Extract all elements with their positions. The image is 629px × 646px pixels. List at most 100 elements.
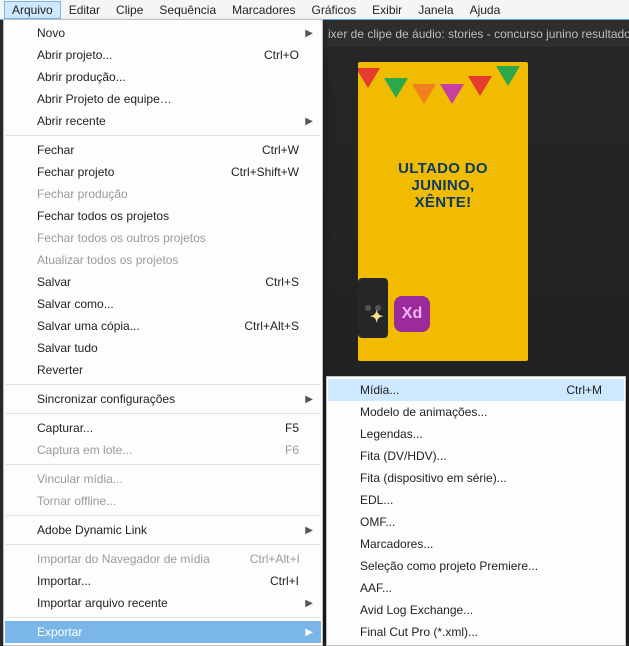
menu-item-label: AAF... — [360, 581, 392, 595]
fileMenu-item[interactable]: Fechar projetoCtrl+Shift+W — [5, 161, 321, 183]
menu-janela[interactable]: Janela — [410, 1, 461, 19]
menu-item-shortcut: Ctrl+Alt+S — [204, 319, 299, 333]
menu-item-label: Vincular mídia... — [37, 472, 123, 486]
preview-frame: ULTADO DO JUNINO, XÊNTE! ✦ Xd — [358, 62, 528, 361]
plus-icon: ✦ — [370, 307, 383, 327]
menu-item-label: Marcadores... — [360, 537, 433, 551]
menu-item-label: Fechar todos os projetos — [37, 209, 169, 223]
menu-item-label: Importar arquivo recente — [37, 596, 168, 610]
exportMenu-item[interactable]: Modelo de animações... — [328, 401, 624, 423]
fileMenu-item[interactable]: Reverter — [5, 359, 321, 381]
menu-editar[interactable]: Editar — [61, 1, 108, 19]
menu-item-shortcut: F5 — [245, 421, 299, 435]
fileMenu-item: Captura em lote...F6 — [5, 439, 321, 461]
menu-item-label: Exportar — [37, 625, 82, 639]
exportMenu-item[interactable]: EDL... — [328, 489, 624, 511]
exportMenu-item[interactable]: OMF... — [328, 511, 624, 533]
export-submenu: Mídia... Ctrl+M Modelo de animações... Lege… — [326, 376, 626, 646]
fileMenu-item[interactable]: Salvar tudo — [5, 337, 321, 359]
menu-graficos[interactable]: Gráficos — [303, 1, 364, 19]
submenu-arrow-icon: ▶ — [305, 394, 313, 405]
exportMenu-item[interactable]: Mídia... Ctrl+M — [328, 379, 624, 401]
menu-item-label: Legendas... — [360, 427, 423, 441]
menu-item-shortcut: Ctrl+S — [225, 275, 299, 289]
fileMenu-item[interactable]: Adobe Dynamic Link ▶ — [5, 519, 321, 541]
fileMenu-item[interactable]: Capturar...F5 — [5, 417, 321, 439]
fileMenu-item[interactable]: Sincronizar configurações ▶ — [5, 388, 321, 410]
separator — [6, 464, 320, 465]
menu-item-label: Abrir projeto... — [37, 48, 112, 62]
menu-item-label: Seleção como projeto Premiere... — [360, 559, 538, 573]
fileMenu-item[interactable]: Salvar Ctrl+S — [5, 271, 321, 293]
menu-item-label: Novo — [37, 26, 65, 40]
exportMenu-item[interactable]: Marcadores... — [328, 533, 624, 555]
exportMenu-item[interactable]: Seleção como projeto Premiere... — [328, 555, 624, 577]
exportMenu-item[interactable]: Fita (dispositivo em série)... — [328, 467, 624, 489]
fileMenu-item: Fechar produção — [5, 183, 321, 205]
fileMenu-item: Vincular mídia... — [5, 468, 321, 490]
menu-item-label: Mídia... — [360, 383, 399, 397]
menu-item-shortcut: Ctrl+I — [230, 574, 299, 588]
fileMenu-item[interactable]: Fechar todos os projetos — [5, 205, 321, 227]
menu-item-shortcut: Ctrl+M — [526, 383, 602, 397]
menu-item-label: Sincronizar configurações — [37, 392, 175, 406]
submenu-arrow-icon: ▶ — [305, 116, 313, 127]
separator — [6, 413, 320, 414]
fileMenu-item[interactable]: Importar arquivo recente ▶ — [5, 592, 321, 614]
fileMenu-item[interactable]: Salvar uma cópia... Ctrl+Alt+S — [5, 315, 321, 337]
exportMenu-item[interactable]: Legendas... — [328, 423, 624, 445]
menu-item-shortcut: Ctrl+Shift+W — [191, 165, 299, 179]
exportMenu-item[interactable]: AAF... — [328, 577, 624, 599]
fileMenu-item: Importar do Navegador de mídiaCtrl+Alt+I — [5, 548, 321, 570]
menu-sequencia[interactable]: Sequência — [151, 1, 224, 19]
separator — [6, 135, 320, 136]
menu-exibir[interactable]: Exibir — [364, 1, 410, 19]
menu-item-label: Importar... — [37, 574, 91, 588]
menu-item-shortcut: Ctrl+Alt+I — [210, 552, 300, 566]
submenu-arrow-icon: ▶ — [305, 598, 313, 609]
submenu-arrow-icon: ▶ — [305, 525, 313, 536]
menu-item-label: Fechar — [37, 143, 74, 157]
fileMenu-item[interactable]: Fechar Ctrl+W — [5, 139, 321, 161]
menu-item-label: Fechar todos os outros projetos — [37, 231, 206, 245]
menu-item-label: Tornar offline... — [37, 494, 116, 508]
menu-item-label: Atualizar todos os projetos — [37, 253, 178, 267]
exportMenu-item[interactable]: Final Cut Pro (*.xml)... — [328, 621, 624, 643]
exportMenu-item[interactable]: Avid Log Exchange... — [328, 599, 624, 621]
fileMenu-item[interactable]: Abrir recente ▶ — [5, 110, 321, 132]
menu-item-label: OMF... — [360, 515, 395, 529]
menu-item-label: Avid Log Exchange... — [360, 603, 473, 617]
menu-item-label: Captura em lote... — [37, 443, 132, 457]
separator — [6, 384, 320, 385]
separator — [6, 617, 320, 618]
bunting-decor — [358, 62, 528, 132]
fileMenu-item[interactable]: Exportar▶ — [5, 621, 321, 643]
menu-item-label: Reverter — [37, 363, 83, 377]
exportMenu-item[interactable]: Fita (DV/HDV)... — [328, 445, 624, 467]
menu-item-label: Salvar — [37, 275, 71, 289]
fileMenu-item: Tornar offline... — [5, 490, 321, 512]
fileMenu-item[interactable]: Novo ▶ — [5, 22, 321, 44]
menu-ajuda[interactable]: Ajuda — [462, 1, 509, 19]
menu-arquivo[interactable]: Arquivo — [4, 1, 61, 19]
menu-item-label: Abrir produção... — [37, 70, 126, 84]
menu-item-label: Abrir recente — [37, 114, 106, 128]
fileMenu-item[interactable]: Abrir produção... — [5, 66, 321, 88]
menu-item-label: Fechar produção — [37, 187, 128, 201]
fileMenu-item[interactable]: Salvar como... — [5, 293, 321, 315]
menu-item-label: Adobe Dynamic Link — [37, 523, 147, 537]
menu-item-shortcut: Ctrl+O — [224, 48, 299, 62]
fileMenu-item[interactable]: Abrir projeto... Ctrl+O — [5, 44, 321, 66]
fileMenu-item[interactable]: Abrir Projeto de equipe… — [5, 88, 321, 110]
fileMenu-item: Fechar todos os outros projetos — [5, 227, 321, 249]
menu-item-label: Salvar uma cópia... — [37, 319, 140, 333]
menu-item-label: Abrir Projeto de equipe… — [37, 92, 172, 106]
xd-badge: Xd — [394, 296, 430, 332]
menu-marcadores[interactable]: Marcadores — [224, 1, 303, 19]
menu-clipe[interactable]: Clipe — [108, 1, 151, 19]
submenu-arrow-icon: ▶ — [305, 28, 313, 39]
menu-item-label: Salvar como... — [37, 297, 114, 311]
panel-title: ixer de clipe de áudio: stories - concur… — [322, 20, 629, 47]
fileMenu-item[interactable]: Importar... Ctrl+I — [5, 570, 321, 592]
menu-item-shortcut: Ctrl+W — [222, 143, 299, 157]
